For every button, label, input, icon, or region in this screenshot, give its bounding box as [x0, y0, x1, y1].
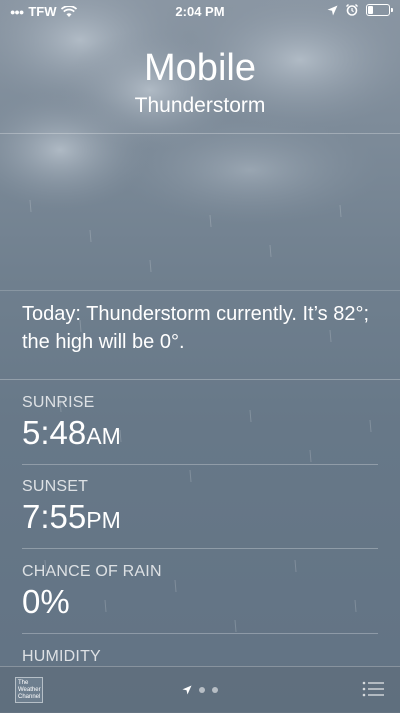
detail-value: 5:48AM — [22, 414, 121, 455]
detail-value: 7:55PM — [22, 498, 121, 539]
page-indicator[interactable] — [0, 685, 400, 695]
weather-header: Mobile Thunderstorm — [0, 44, 400, 118]
detail-value-suffix: AM — [86, 423, 121, 449]
detail-label: HUMIDITY — [22, 648, 101, 665]
location-arrow-icon — [327, 5, 338, 15]
detail-value: 0% — [22, 583, 70, 620]
detail-value-number: 5:48 — [22, 414, 87, 451]
city-name: Mobile — [144, 47, 256, 89]
today-summary: Today: Thunderstorm currently. It’s 82°;… — [22, 303, 370, 353]
detail-label: SUNRISE — [22, 394, 95, 411]
summary-top-divider — [0, 290, 400, 291]
detail-divider — [22, 464, 378, 465]
status-right — [327, 4, 393, 16]
alarm-icon — [346, 4, 358, 16]
status-bar: ●●● TFW 2:04 PM — [0, 0, 400, 22]
detail-sunrise: SUNRISE 5:48AM — [22, 394, 121, 455]
battery-icon — [366, 4, 393, 16]
current-condition: Thunderstorm — [134, 94, 266, 117]
summary-bottom-divider — [0, 379, 400, 380]
page-location-icon — [182, 685, 192, 695]
list-icon[interactable] — [362, 681, 384, 697]
detail-label: CHANCE OF RAIN — [22, 563, 162, 580]
page-dot — [199, 687, 205, 693]
detail-label: SUNSET — [22, 478, 89, 495]
detail-divider — [22, 633, 378, 634]
detail-divider — [22, 548, 378, 549]
detail-value-number: 7:55 — [22, 498, 87, 535]
detail-sunset: SUNSET 7:55PM — [22, 478, 121, 539]
detail-chance-of-rain: CHANCE OF RAIN 0% — [22, 563, 162, 621]
detail-humidity: HUMIDITY — [22, 648, 101, 666]
detail-value-suffix: PM — [86, 507, 121, 533]
battery-fill — [368, 6, 373, 14]
bottom-toolbar: The Weather Channel — [0, 666, 400, 713]
page-dot — [212, 687, 218, 693]
header-divider — [0, 133, 400, 134]
